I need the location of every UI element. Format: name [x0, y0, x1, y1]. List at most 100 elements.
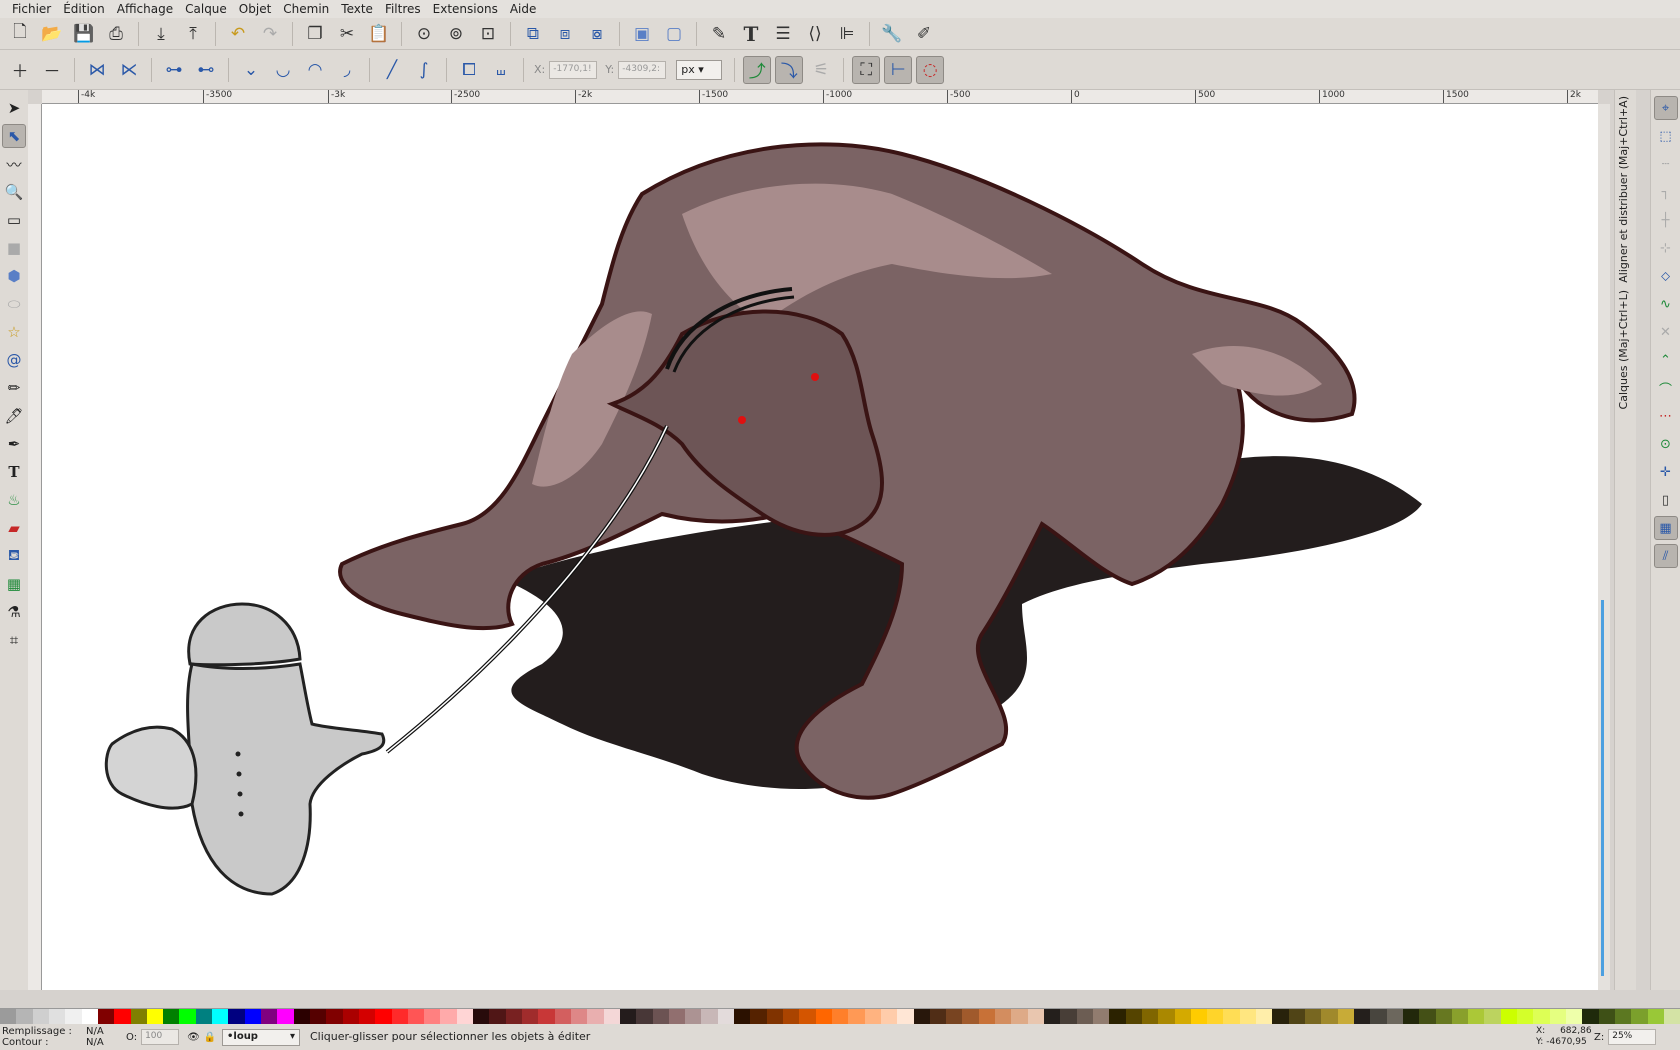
palette-swatch[interactable]	[1288, 1009, 1305, 1025]
palette-swatch[interactable]	[1076, 1009, 1093, 1025]
palette-swatch[interactable]	[619, 1009, 637, 1025]
vertical-scrollbar[interactable]	[1598, 104, 1610, 990]
zoom-selection-icon[interactable]: ⊙	[410, 20, 438, 48]
join-segment-icon[interactable]: ⊶	[160, 56, 188, 84]
palette-swatch[interactable]	[701, 1009, 718, 1025]
palette-swatch[interactable]	[1321, 1009, 1338, 1025]
palette-swatch[interactable]	[146, 1009, 164, 1025]
vertical-ruler[interactable]	[28, 104, 42, 990]
measure-tool-icon[interactable]: ▭	[2, 208, 26, 232]
palette-swatch[interactable]	[1419, 1009, 1436, 1025]
symmetric-node-icon[interactable]: ◠	[301, 56, 329, 84]
palette-swatch[interactable]	[1272, 1009, 1289, 1025]
curve-segment-icon[interactable]: ∫	[410, 56, 438, 84]
unit-select[interactable]: px ▾	[676, 59, 723, 80]
palette-swatch[interactable]	[636, 1009, 653, 1025]
3d-box-tool-icon[interactable]: ⬢	[2, 264, 26, 288]
pencil-tool-icon[interactable]: ✏	[2, 376, 26, 400]
palette-swatch[interactable]	[1386, 1009, 1403, 1025]
drawing-canvas[interactable]	[42, 104, 1598, 990]
pen-tool-icon[interactable]: 🖊	[2, 404, 26, 428]
unlink-clone-icon[interactable]: ⧇	[583, 20, 611, 48]
palette-swatch[interactable]	[1305, 1009, 1322, 1025]
palette-swatch[interactable]	[505, 1009, 522, 1025]
palette-swatch[interactable]	[685, 1009, 702, 1025]
palette-swatch[interactable]	[261, 1009, 278, 1025]
save-icon[interactable]: 💾	[70, 20, 98, 48]
palette-swatch[interactable]	[1435, 1009, 1452, 1025]
palette-swatch[interactable]	[587, 1009, 604, 1025]
paste-icon[interactable]: 📋	[365, 20, 393, 48]
palette-swatch[interactable]	[163, 1009, 180, 1025]
auto-smooth-node-icon[interactable]: ◞	[333, 56, 361, 84]
show-handles-icon[interactable]: ⤴	[743, 55, 772, 84]
color-palette[interactable]	[0, 1008, 1680, 1025]
preferences-icon[interactable]: 🔧	[878, 20, 906, 48]
palette-swatch[interactable]	[375, 1009, 392, 1025]
palette-swatch[interactable]	[734, 1009, 751, 1025]
calligraphy-tool-icon[interactable]: ✒	[2, 432, 26, 456]
palette-swatch[interactable]	[1011, 1009, 1028, 1025]
align-icon[interactable]: ⊫	[833, 20, 861, 48]
palette-swatch[interactable]	[1256, 1009, 1273, 1025]
palette-swatch[interactable]	[946, 1009, 963, 1025]
palette-swatch[interactable]	[603, 1009, 620, 1025]
x-input[interactable]: -1770,1!	[549, 60, 598, 79]
show-clip-icon[interactable]: ⊢	[884, 55, 913, 84]
delete-node-icon[interactable]: －	[38, 56, 66, 84]
palette-swatch[interactable]	[995, 1009, 1012, 1025]
zoom-input[interactable]: 25%	[1608, 1029, 1657, 1045]
palette-swatch[interactable]	[0, 1009, 17, 1025]
snap-rotation-center-icon[interactable]: ✛	[1654, 460, 1678, 484]
palette-swatch[interactable]	[1190, 1009, 1208, 1025]
tab-align-distribute[interactable]: Aligner et distribuer (Maj+Ctrl+A)	[1617, 96, 1630, 283]
palette-swatch[interactable]	[1125, 1009, 1142, 1025]
snap-bbox-center-icon[interactable]: ⊹	[1654, 236, 1678, 260]
menu-fichier[interactable]: Fichier	[6, 0, 57, 18]
ungroup-icon[interactable]: ▢	[660, 20, 688, 48]
document-properties-icon[interactable]: ✐	[910, 20, 938, 48]
zoom-tool-icon[interactable]: 🔍	[2, 180, 26, 204]
palette-swatch[interactable]	[358, 1009, 376, 1025]
palette-swatch[interactable]	[1500, 1009, 1518, 1025]
cusp-node-icon[interactable]: ⌄	[237, 56, 265, 84]
palette-swatch[interactable]	[309, 1009, 327, 1025]
menu-affichage[interactable]: Affichage	[111, 0, 179, 18]
palette-swatch[interactable]	[799, 1009, 816, 1025]
palette-swatch[interactable]	[342, 1009, 359, 1025]
paint-bucket-tool-icon[interactable]: ⛾	[2, 544, 26, 568]
palette-swatch[interactable]	[897, 1009, 914, 1025]
selector-tool-icon[interactable]: ➤	[2, 96, 26, 120]
show-path-outline-icon[interactable]: ⤵	[775, 55, 804, 84]
palette-swatch[interactable]	[815, 1009, 832, 1025]
palette-swatch[interactable]	[766, 1009, 783, 1025]
xml-editor-icon[interactable]: ⟨⟩	[801, 20, 829, 48]
snap-object-center-icon[interactable]: ⊙	[1654, 432, 1678, 456]
eraser-tool-icon[interactable]: ▰	[2, 516, 26, 540]
palette-swatch[interactable]	[473, 1009, 490, 1025]
object-to-path-icon[interactable]: ⧠	[455, 56, 483, 84]
palette-swatch[interactable]	[717, 1009, 735, 1025]
line-segment-icon[interactable]: ╱	[378, 56, 406, 84]
palette-swatch[interactable]	[456, 1009, 474, 1025]
palette-swatch[interactable]	[440, 1009, 457, 1025]
palette-swatch[interactable]	[913, 1009, 930, 1025]
redo-icon[interactable]: ↷	[256, 20, 284, 48]
palette-swatch[interactable]	[652, 1009, 669, 1025]
palette-swatch[interactable]	[1223, 1009, 1240, 1025]
palette-swatch[interactable]	[1663, 1009, 1680, 1025]
duplicate-icon[interactable]: ⧉	[519, 20, 547, 48]
y-input[interactable]: -4309,2:	[618, 60, 667, 79]
snap-bbox-edge-icon[interactable]: ┄	[1654, 152, 1678, 176]
rectangle-tool-icon[interactable]: ■	[2, 236, 26, 260]
palette-swatch[interactable]	[407, 1009, 425, 1025]
palette-swatch[interactable]	[1484, 1009, 1501, 1025]
spiral-tool-icon[interactable]: @	[2, 348, 26, 372]
tweak-tool-icon[interactable]: 〰	[2, 152, 26, 176]
palette-swatch[interactable]	[81, 1009, 98, 1025]
text-tool-icon[interactable]: T	[2, 460, 26, 484]
palette-swatch[interactable]	[1207, 1009, 1224, 1025]
fill-value[interactable]: N/A	[86, 1026, 104, 1037]
palette-swatch[interactable]	[65, 1009, 82, 1025]
snap-midpoint-icon[interactable]: ⋯	[1654, 404, 1678, 428]
